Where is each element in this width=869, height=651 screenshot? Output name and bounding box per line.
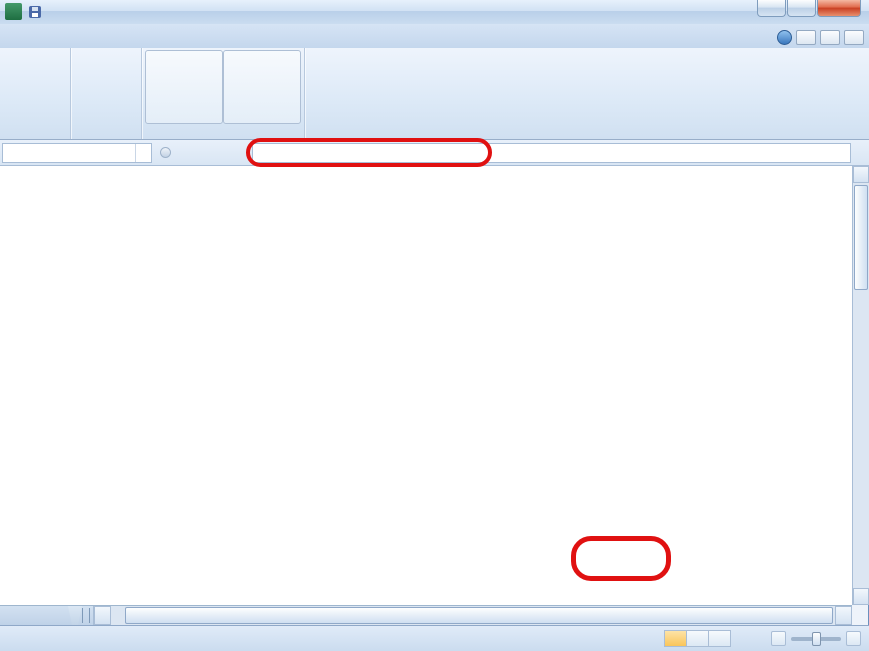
workbook-restore-icon[interactable] bbox=[820, 30, 840, 45]
horizontal-scrollbar[interactable] bbox=[93, 606, 852, 625]
name-box[interactable] bbox=[2, 143, 152, 163]
view-layout-icon[interactable] bbox=[686, 630, 709, 647]
ribbon-group-defined-names bbox=[71, 48, 142, 139]
workbook-minimize-icon[interactable] bbox=[796, 30, 816, 45]
spreadsheet-grid bbox=[0, 166, 852, 605]
close-button[interactable] bbox=[817, 0, 861, 17]
help-icon[interactable] bbox=[777, 30, 792, 45]
prev-sheet-button[interactable] bbox=[17, 606, 34, 625]
insert-sheet-button[interactable] bbox=[68, 606, 82, 625]
horizontal-scroll-thumb[interactable] bbox=[125, 607, 833, 624]
next-sheet-button[interactable] bbox=[34, 606, 51, 625]
save-button[interactable] bbox=[27, 4, 43, 20]
zoom-out-icon[interactable] bbox=[771, 631, 786, 646]
name-manager-button[interactable] bbox=[74, 50, 138, 85]
status-bar-right bbox=[665, 630, 861, 647]
ribbon-right-controls bbox=[773, 30, 869, 48]
zoom-slider[interactable] bbox=[791, 637, 841, 641]
qat-customize-button[interactable] bbox=[111, 4, 127, 20]
ribbon-tab-row bbox=[0, 24, 869, 48]
tab-split-handle[interactable] bbox=[82, 608, 90, 623]
scroll-down-icon[interactable] bbox=[853, 588, 869, 605]
view-break-icon[interactable] bbox=[708, 630, 731, 647]
maximize-button[interactable] bbox=[787, 0, 816, 17]
workbook-close-icon[interactable] bbox=[844, 30, 864, 45]
vertical-scrollbar[interactable] bbox=[852, 166, 869, 605]
formula-auditing-button[interactable] bbox=[145, 50, 223, 124]
namebox-arrow-icon[interactable] bbox=[135, 144, 151, 162]
splitter-dot-icon bbox=[160, 147, 171, 158]
scroll-up-icon[interactable] bbox=[853, 166, 869, 183]
undo-button[interactable] bbox=[48, 4, 64, 20]
zoom-slider-thumb[interactable] bbox=[812, 632, 821, 646]
ribbon-group-function-library bbox=[0, 48, 71, 139]
quick-table-button[interactable] bbox=[90, 4, 106, 20]
vertical-scroll-thumb[interactable] bbox=[854, 185, 868, 290]
status-bar bbox=[0, 625, 869, 651]
formula-input[interactable] bbox=[252, 143, 851, 163]
excel-logo-icon[interactable] bbox=[5, 3, 22, 20]
zoom-in-icon[interactable] bbox=[846, 631, 861, 646]
quick-access-toolbar bbox=[5, 3, 127, 20]
scroll-right-icon[interactable] bbox=[835, 606, 852, 625]
view-normal-icon[interactable] bbox=[664, 630, 687, 647]
title-bar bbox=[0, 0, 869, 24]
minimize-button[interactable] bbox=[757, 0, 786, 17]
formula-bar-splitter[interactable] bbox=[152, 147, 224, 158]
insert-function-button[interactable] bbox=[3, 50, 67, 85]
horizontal-scroll-track[interactable] bbox=[111, 606, 835, 625]
view-shortcuts bbox=[665, 630, 731, 647]
ribbon bbox=[0, 48, 869, 140]
sheet-tab-bar bbox=[0, 605, 852, 625]
scroll-left-icon[interactable] bbox=[94, 606, 111, 625]
last-sheet-button[interactable] bbox=[51, 606, 68, 625]
excel-window bbox=[0, 0, 869, 651]
calculation-button[interactable] bbox=[223, 50, 301, 124]
formula-bar bbox=[0, 140, 869, 166]
window-controls bbox=[756, 0, 861, 17]
ribbon-group-auditing bbox=[142, 48, 305, 139]
save-icon bbox=[29, 6, 41, 18]
redo-button[interactable] bbox=[69, 4, 85, 20]
insert-function-fx-button[interactable] bbox=[224, 143, 252, 163]
first-sheet-button[interactable] bbox=[0, 606, 17, 625]
